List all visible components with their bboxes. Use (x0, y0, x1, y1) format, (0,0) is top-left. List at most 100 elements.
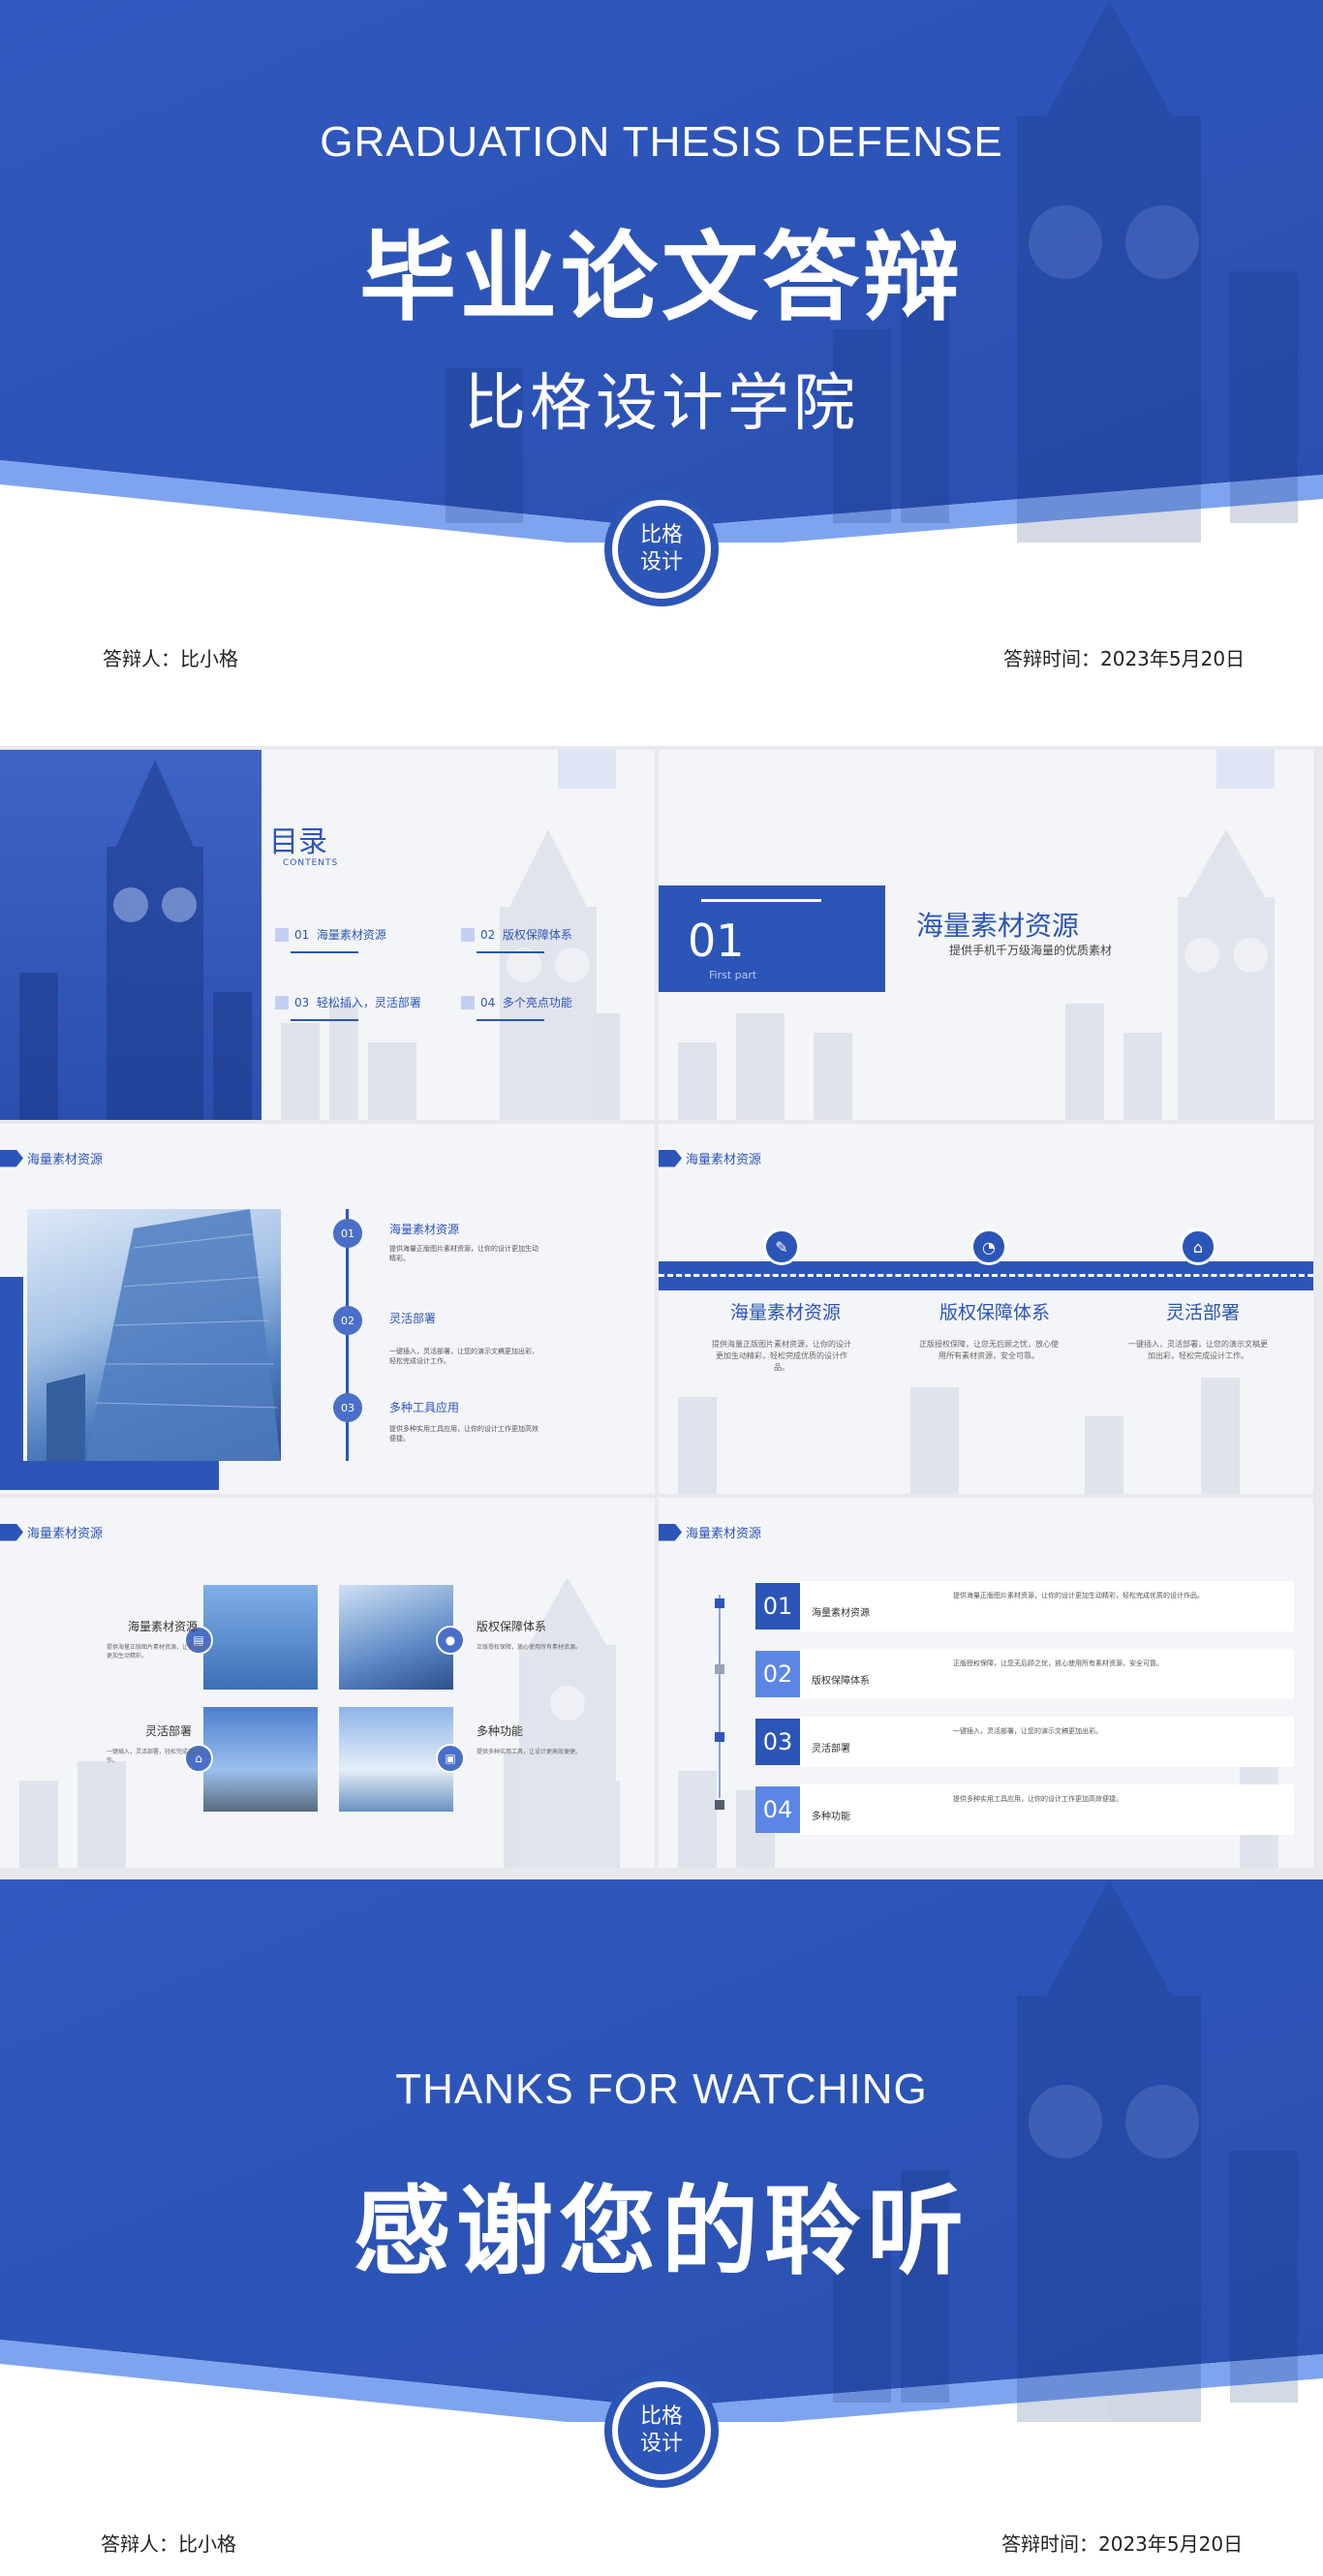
timeline-slide: 海量素材资源 01 海量素材资源 提供海量正版图片素材资源，让你的设计更加生动精… (0, 1124, 655, 1494)
list-timeline-line (719, 1595, 721, 1798)
feature-text: 提供海量正版图片素材资源，让你的设计更加生动精彩，轻松完成优质的设计作品。 (712, 1340, 851, 1372)
chapter-number-box: 01 First part (659, 885, 885, 992)
toc-item-1[interactable]: 01 海量素材资源 (275, 926, 386, 943)
toc-subtitle: CONTENTS (283, 858, 339, 868)
list-row (800, 1581, 1294, 1631)
flag-icon (0, 1523, 23, 1541)
list-node (715, 1598, 724, 1608)
city-silhouette (678, 1378, 1240, 1494)
corner-decoration (1216, 750, 1275, 789)
photo-tile (203, 1707, 318, 1812)
list-number: 03 (755, 1719, 800, 1765)
feature-text: 一键插入，灵活部署，让您的演示文稿更加出彩，轻松完成设计工作。 (1128, 1340, 1268, 1360)
timeline-title: 灵活部署 (389, 1312, 437, 1325)
list-node (715, 1800, 724, 1810)
grid-title: 版权保障体系 (477, 1620, 547, 1633)
list-number: 04 (755, 1786, 800, 1833)
closing-slide: THANKS FOR WATCHING 感谢您的聆听 比格 设计 答辩人：比小格… (0, 1879, 1323, 2576)
cover-respondent: 答辩人：比小格 (103, 647, 238, 670)
toc-underline (291, 951, 358, 953)
grid-text: 提供海量正版图片素材资源，让你的设计更加生动精彩。 (107, 1644, 212, 1660)
grid-title: 多种功能 (477, 1724, 524, 1738)
flag-icon (659, 1523, 682, 1541)
seal-line2: 设计 (639, 550, 683, 574)
image-icon: ▣ (436, 1744, 465, 1773)
toc-photo (0, 750, 262, 1120)
grid-text: 提供多种实用工具，让设计更高效便捷。 (477, 1749, 582, 1755)
toc-item-2[interactable]: 02 版权保障体系 (461, 926, 572, 943)
chapter-subtitle: 提供手机千万级海量的优质素材 (949, 944, 1113, 957)
timeline-text: 提供多种实用工具应用，让你的设计工作更加高效便捷。 (389, 1425, 538, 1443)
seal-line1: 比格 (639, 2405, 683, 2429)
list-node (715, 1664, 724, 1674)
toc-square-icon (461, 927, 475, 942)
section-tag: 海量素材资源 (0, 1523, 103, 1541)
toc-square-icon (275, 927, 289, 942)
chapter-part: First part (709, 969, 757, 981)
closing-respondent: 答辩人：比小格 (101, 2532, 236, 2556)
pie-chart-icon: ◔ (970, 1228, 1007, 1265)
list-label: 版权保障体系 (812, 1676, 870, 1687)
chapter-title: 海量素材资源 (916, 910, 1080, 942)
section-tag: 海量素材资源 (0, 1149, 103, 1167)
user-icon: ● (436, 1626, 465, 1655)
dashed-line (659, 1274, 1313, 1277)
chapter-bar (701, 899, 821, 902)
toc-underline (477, 951, 544, 953)
cover-title-en: GRADUATION THESIS DEFENSE (320, 118, 1003, 166)
toc-slide: 目录 CONTENTS 01 海量素材资源 02 版权保障体系 03 轻松插入，… (0, 750, 655, 1120)
timeline-text: 一键插入，灵活部署，让您的演示文稿更加出彩，轻松完成设计工作。 (389, 1348, 538, 1365)
accent-bar (0, 1277, 23, 1480)
accent-bar (0, 1461, 219, 1490)
timeline-node: 02 (333, 1306, 362, 1335)
pencil-icon: ✎ (763, 1228, 800, 1265)
closing-title-en: THANKS FOR WATCHING (395, 2065, 928, 2113)
grid-title: 灵活部署 (145, 1724, 193, 1738)
cover-school: 比格设计学院 (464, 368, 859, 440)
list-text: 提供多种实用工具应用，让你的设计工作更加高效便捷。 (953, 1795, 1123, 1803)
timeline-node: 01 (333, 1219, 362, 1248)
list-row (800, 1649, 1294, 1699)
corner-decoration (558, 750, 616, 789)
cover-slide: GRADUATION THESIS DEFENSE 毕业论文答辩 比格设计学院 … (0, 0, 1323, 746)
feature-title: 版权保障体系 (939, 1302, 1051, 1323)
grid-text: 正版授权保障，放心使用所有素材资源。 (477, 1644, 582, 1651)
list-label: 多种功能 (812, 1812, 850, 1822)
cover-title-cn: 毕业论文答辩 (359, 221, 964, 334)
timeline-title: 海量素材资源 (389, 1223, 460, 1236)
clock-tower-watermark (500, 829, 597, 1120)
grid-title: 海量素材资源 (128, 1620, 199, 1633)
toc-item-3[interactable]: 03 轻松插入，灵活部署 (275, 994, 421, 1010)
timeline-node: 03 (333, 1393, 362, 1422)
chapter-slide: 01 First part 海量素材资源 提供手机千万级海量的优质素材 (659, 750, 1313, 1120)
list-text: 一键插入，灵活部署，让您的演示文稿更加出彩。 (953, 1727, 1102, 1735)
list-text: 正版授权保障，让您无后顾之忧，放心使用所有素材资源，安全可靠。 (953, 1660, 1163, 1667)
seal-line1: 比格 (639, 523, 683, 547)
toc-item-4[interactable]: 04 多个亮点功能 (461, 994, 572, 1010)
home-icon: ⌂ (1180, 1228, 1216, 1265)
closing-background (0, 1879, 1323, 2422)
closing-seal-logo: 比格 设计 (604, 2374, 719, 2488)
feature-title: 海量素材资源 (730, 1302, 842, 1323)
toc-square-icon (461, 995, 475, 1009)
closing-date: 答辩时间：2023年5月20日 (1001, 2532, 1244, 2556)
closing-title-cn: 感谢您的聆听 (354, 2175, 969, 2288)
list-text: 提供海量正版图片素材资源，让你的设计更加生动精彩，轻松完成优质的设计作品。 (953, 1592, 1204, 1599)
flag-icon (0, 1149, 23, 1167)
list-row (800, 1785, 1294, 1835)
feature-title: 灵活部署 (1166, 1302, 1241, 1323)
list-label: 海量素材资源 (812, 1608, 870, 1619)
timeline-title: 多种工具应用 (389, 1401, 460, 1414)
list-number: 01 (755, 1583, 800, 1629)
cover-date: 答辩时间：2023年5月20日 (1003, 647, 1246, 670)
clock-tower-watermark (1178, 829, 1275, 1120)
flag-icon (659, 1149, 682, 1167)
photo-tile (203, 1585, 318, 1690)
cover-seal-logo: 比格 设计 (604, 492, 719, 606)
features-slide: 海量素材资源 ✎ 海量素材资源 提供海量正版图片素材资源，让你的设计更加生动精彩… (659, 1124, 1313, 1494)
list-label: 灵活部署 (812, 1744, 850, 1754)
seal-line2: 设计 (639, 2432, 683, 2456)
feature-text: 正版授权保障，让您无后顾之忧，放心使用所有素材资源，安全可靠。 (919, 1340, 1059, 1360)
list-number: 02 (755, 1651, 800, 1697)
list-row (800, 1717, 1294, 1767)
